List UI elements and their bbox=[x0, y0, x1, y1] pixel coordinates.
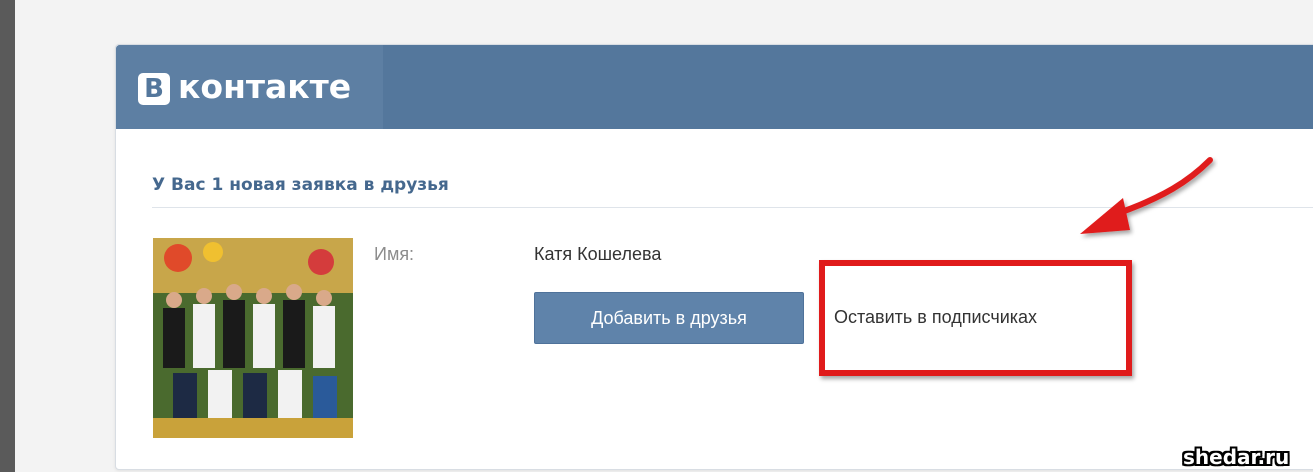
name-label: Имя: bbox=[374, 244, 415, 264]
add-friend-button[interactable]: Добавить в друзья bbox=[534, 292, 804, 344]
logo-text: контакте bbox=[178, 67, 352, 106]
name-value[interactable]: Катя Кошелева bbox=[534, 244, 661, 265]
logo-letter-icon: В bbox=[138, 73, 170, 105]
vk-logo[interactable]: В контакте bbox=[116, 45, 383, 129]
red-arrow-icon bbox=[1080, 157, 1213, 234]
avatar-photo bbox=[153, 238, 353, 438]
watermark: shedar.ru bbox=[1183, 445, 1290, 469]
annotation-highlight-box bbox=[819, 260, 1132, 376]
header-bar: В контакте bbox=[116, 45, 1313, 129]
avatar[interactable] bbox=[153, 238, 353, 438]
email-card: В контакте У Вас 1 новая заявка в друзья bbox=[115, 44, 1313, 470]
email-subject: У Вас 1 новая заявка в друзья bbox=[152, 175, 449, 195]
left-edge-bar bbox=[0, 0, 15, 472]
